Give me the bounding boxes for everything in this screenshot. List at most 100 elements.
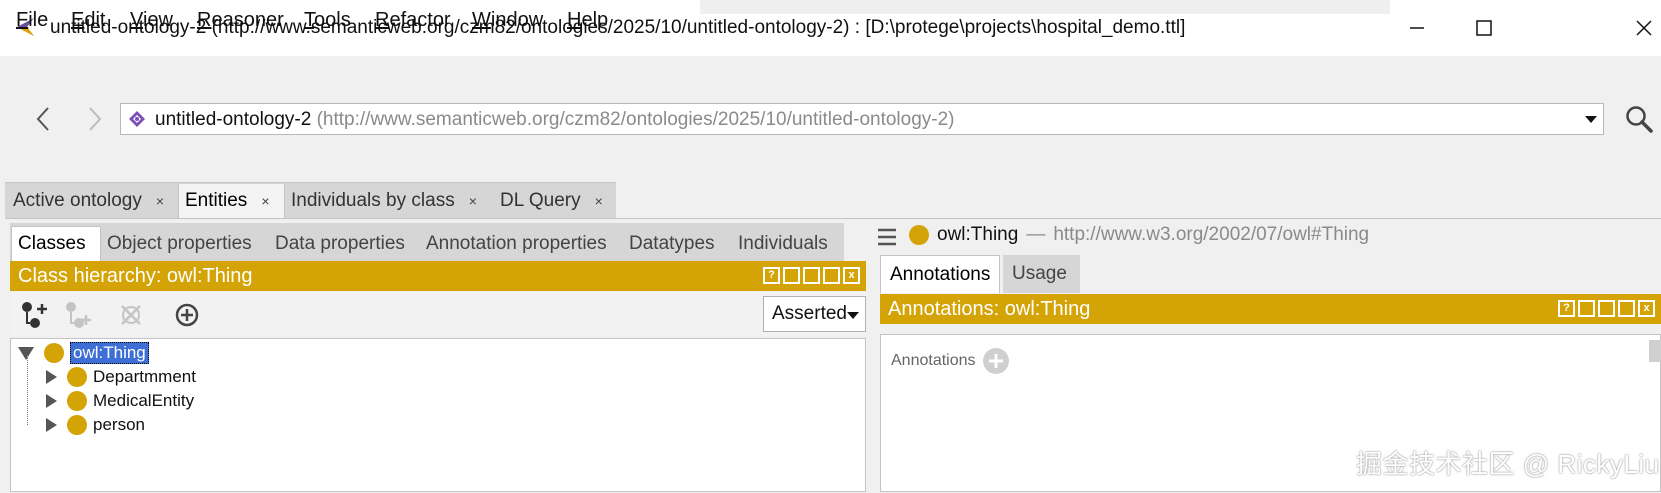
add-sibling-class-icon[interactable]: [62, 300, 92, 330]
menu-file-mnemonic: F: [16, 9, 29, 31]
ontology-selector[interactable]: untitled-ontology-2 (http://www.semantic…: [120, 103, 1604, 135]
menu-tools[interactable]: Tools: [304, 9, 351, 32]
close-button[interactable]: [1620, 10, 1661, 46]
add-annotation-icon[interactable]: [982, 347, 1010, 375]
menu-file-label: ile: [28, 9, 49, 31]
menu-view[interactable]: View: [130, 9, 173, 32]
add-restriction-icon[interactable]: [172, 300, 202, 330]
menu-tools-mnemonic: T: [304, 9, 314, 31]
watermark: 掘金技术社区 @ RickyLiu: [1356, 449, 1660, 479]
tab-annotations[interactable]: Annotations: [880, 255, 1001, 293]
menu-bar: [0, 56, 1661, 96]
entity-iri: http://www.w3.org/2002/07/owl#Thing: [1053, 224, 1370, 245]
annotations-row: Annotations: [891, 347, 1010, 375]
close-tab-icon[interactable]: ×: [469, 193, 477, 209]
tab-usage[interactable]: Usage: [1003, 255, 1080, 293]
close-tab-icon[interactable]: ×: [261, 193, 269, 209]
ontology-iri: (http://www.semanticweb.org/czm82/ontolo…: [316, 109, 955, 130]
scrollbar-thumb[interactable]: [1649, 340, 1661, 362]
forward-arrow-icon: [89, 107, 102, 131]
annotations-label: Annotations: [891, 352, 976, 369]
selected-entity-header: owl:Thing — http://www.w3.org/2002/07/ow…: [909, 224, 1369, 246]
maximize-button[interactable]: [1460, 10, 1508, 46]
split-horizontal-icon[interactable]: [803, 267, 820, 284]
close-tab-icon[interactable]: ×: [156, 193, 164, 209]
maximize-icon: [1476, 20, 1492, 36]
tab-label: Individuals by class: [291, 190, 455, 211]
tree-node-departmment[interactable]: Departmment: [46, 365, 196, 389]
menu-icon[interactable]: [877, 228, 897, 246]
close-icon: [1636, 20, 1652, 36]
menu-reasoner[interactable]: Reasoner: [197, 9, 284, 32]
split-vertical-icon[interactable]: [1578, 300, 1595, 317]
menu-help[interactable]: Help: [567, 9, 608, 32]
tree-node-owl-thing[interactable]: owl:Thing: [18, 341, 149, 365]
help-icon[interactable]: ?: [1558, 300, 1575, 317]
menu-help-mnemonic: H: [567, 9, 582, 31]
float-view-icon[interactable]: [823, 267, 840, 284]
tab-dl-query[interactable]: DL Query ×: [490, 184, 616, 218]
tree-node-person[interactable]: person: [46, 413, 145, 437]
subtab-classes[interactable]: Classes: [11, 226, 101, 261]
tab-label: DL Query: [500, 190, 581, 211]
menu-window-label: indow: [490, 9, 544, 31]
split-vertical-icon[interactable]: [783, 267, 800, 284]
menu-refactor-label: efactor: [389, 9, 451, 31]
subtab-datatypes[interactable]: Datatypes: [623, 226, 721, 261]
menu-reasoner-mnemonic: R: [197, 9, 212, 31]
menu-refactor[interactable]: Refactor: [375, 9, 451, 32]
subtab-data-properties[interactable]: Data properties: [269, 226, 411, 261]
class-hierarchy-title: Class hierarchy: owl:Thing: [18, 264, 253, 287]
tree-node-medicalentity[interactable]: MedicalEntity: [46, 389, 194, 413]
expand-triangle-icon[interactable]: [46, 394, 57, 408]
float-view-icon[interactable]: [1618, 300, 1635, 317]
expand-triangle-icon[interactable]: [46, 370, 57, 384]
tab-label: Entities: [185, 190, 248, 211]
menu-tools-label: ools: [314, 9, 351, 31]
search-icon[interactable]: [1624, 104, 1654, 134]
class-icon: [67, 367, 87, 387]
ontology-dropdown-caret[interactable]: [1585, 116, 1597, 123]
tree-guide-line: [27, 355, 29, 425]
view-controls: ? x: [763, 267, 860, 284]
class-icon: [67, 415, 87, 435]
chevron-down-icon: [847, 312, 859, 319]
hierarchy-mode-select[interactable]: Asserted: [763, 296, 866, 332]
split-horizontal-icon[interactable]: [1598, 300, 1615, 317]
tab-active-ontology[interactable]: Active ontology ×: [6, 184, 178, 218]
entity-name: owl:Thing: [937, 224, 1019, 245]
menu-edit-mnemonic: E: [71, 9, 85, 31]
close-tab-icon[interactable]: ×: [595, 193, 603, 209]
tree-node-label: person: [93, 415, 145, 434]
help-icon[interactable]: ?: [763, 267, 780, 284]
class-icon: [44, 343, 64, 363]
view-controls: ? x: [1558, 300, 1655, 317]
subtab-individuals[interactable]: Individuals: [732, 226, 834, 261]
menu-view-label: iew: [142, 9, 173, 31]
subtab-object-properties[interactable]: Object properties: [101, 226, 258, 261]
menu-edit[interactable]: Edit: [71, 9, 105, 32]
menu-refactor-mnemonic: R: [375, 9, 390, 31]
add-subclass-icon[interactable]: [18, 300, 48, 330]
tab-label: Active ontology: [13, 190, 142, 211]
menu-reasoner-label: easoner: [211, 9, 284, 31]
close-view-icon[interactable]: x: [1638, 300, 1655, 317]
menu-help-label: elp: [581, 9, 609, 31]
ontology-name: untitled-ontology-2: [155, 109, 312, 130]
menu-window-mnemonic: W: [472, 9, 491, 31]
menu-file[interactable]: File: [16, 9, 48, 32]
collapse-triangle-icon[interactable]: [18, 346, 34, 360]
back-arrow-icon: [36, 107, 49, 131]
subtab-annotation-properties[interactable]: Annotation properties: [420, 226, 613, 261]
tab-individuals-by-class[interactable]: Individuals by class ×: [286, 184, 489, 218]
back-button[interactable]: [28, 104, 58, 134]
hierarchy-mode-value: Asserted: [772, 303, 847, 324]
menu-edit-label: dit: [84, 9, 106, 31]
expand-triangle-icon[interactable]: [46, 418, 57, 432]
menu-window[interactable]: Window: [472, 9, 543, 32]
tab-entities[interactable]: Entities ×: [178, 184, 285, 218]
close-view-icon[interactable]: x: [843, 267, 860, 284]
forward-button[interactable]: [80, 104, 110, 134]
delete-class-icon[interactable]: [116, 300, 146, 330]
minimize-button[interactable]: [1393, 10, 1441, 46]
